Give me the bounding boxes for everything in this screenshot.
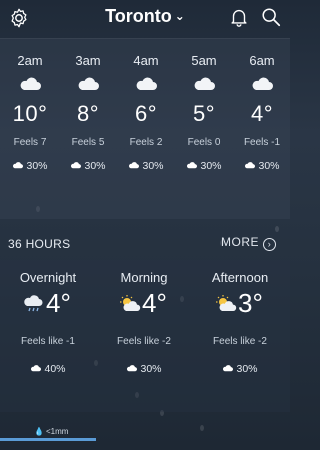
cloud-icon [194, 77, 215, 90]
cloud-icon [13, 162, 24, 169]
period-name: Afternoon [211, 270, 269, 285]
city-name: Toronto [105, 6, 172, 26]
cloud-icon [187, 162, 198, 169]
hour-feels-like: Feels 7 [13, 137, 47, 148]
period-precip: 30% [96, 363, 192, 375]
hour-feels-like: Feels 2 [129, 137, 163, 148]
rain-amount: <1mm [45, 427, 69, 436]
raindrop-icon: 💧 [34, 427, 44, 436]
hour-temperature: 10° [12, 101, 48, 126]
top-bar: Toronto ⌄ [0, 0, 290, 36]
chevron-right-circle-icon: › [263, 238, 276, 251]
chevron-down-icon: ⌄ [174, 9, 185, 23]
hour-feels-like: Feels -1 [243, 137, 281, 148]
sun-cloud-icon [216, 295, 237, 311]
period-feels-like: Feels like -2 [213, 336, 267, 347]
hour-precip: 30% [232, 160, 292, 172]
hour-time: 5am [191, 53, 217, 68]
hour-time: 2am [17, 53, 43, 68]
cloud-icon [252, 77, 273, 90]
hour-temperature: 8° [76, 101, 100, 126]
period-precip: 30% [192, 363, 288, 375]
hour-time: 3am [75, 53, 101, 68]
cloud-icon [127, 365, 138, 372]
section-title-36-hours: 36 HOURS [8, 237, 71, 251]
rain-amount-label: 💧 <1mm [34, 427, 68, 436]
cloud-icon [71, 162, 82, 169]
period-name: Morning [120, 270, 168, 285]
hour-temperature: 6° [134, 101, 158, 126]
hour-time: 6am [249, 53, 275, 68]
sun-cloud-icon [120, 295, 141, 311]
hour-precip: 30% [116, 160, 176, 172]
hour-temperature: 5° [192, 101, 216, 126]
precip-value: 40% [44, 363, 66, 375]
cloud-icon [129, 162, 140, 169]
cloud-icon [20, 77, 41, 90]
hour-temperature: 4° [250, 101, 274, 126]
hour-precip: 30% [58, 160, 118, 172]
cloud-icon [223, 365, 234, 372]
period-feels-like: Feels like -2 [117, 336, 171, 347]
cloud-icon [245, 162, 256, 169]
period-temperature: 3° [238, 288, 263, 318]
more-button[interactable]: MORE › [221, 235, 276, 251]
hour-feels-like: Feels 5 [71, 137, 105, 148]
rain-progress-bar [0, 438, 96, 441]
period-feels-like: Feels like -1 [21, 336, 75, 347]
precip-value: 30% [84, 160, 106, 172]
hourly-forecast[interactable]: 2am 10° Feels 7 30% 3am 8° Feels 5 30% 4… [0, 38, 292, 251]
precip-value: 30% [200, 160, 222, 172]
search-icon[interactable] [260, 6, 282, 28]
period-forecast[interactable]: Overnight 4° Feels like -1 40% Morning 4… [0, 260, 290, 412]
more-label: MORE [221, 235, 259, 249]
precip-value: 30% [258, 160, 280, 172]
precip-value: 30% [142, 160, 164, 172]
hour-time: 4am [133, 53, 159, 68]
precip-value: 30% [236, 363, 258, 375]
period-precip: 40% [0, 363, 96, 375]
hour-precip: 30% [0, 160, 60, 172]
hour-feels-like: Feels 0 [187, 137, 221, 148]
hour-precip: 30% [174, 160, 234, 172]
period-name: Overnight [19, 270, 77, 285]
cloud-icon [78, 77, 99, 90]
period-temperature: 4° [46, 288, 71, 318]
bell-icon[interactable] [228, 6, 250, 28]
precip-value: 30% [26, 160, 48, 172]
period-temperature: 4° [142, 288, 167, 318]
cloud-icon [31, 365, 42, 372]
precip-value: 30% [140, 363, 162, 375]
cloud-icon [136, 77, 157, 90]
cloud-moon-rain-icon [24, 295, 43, 312]
